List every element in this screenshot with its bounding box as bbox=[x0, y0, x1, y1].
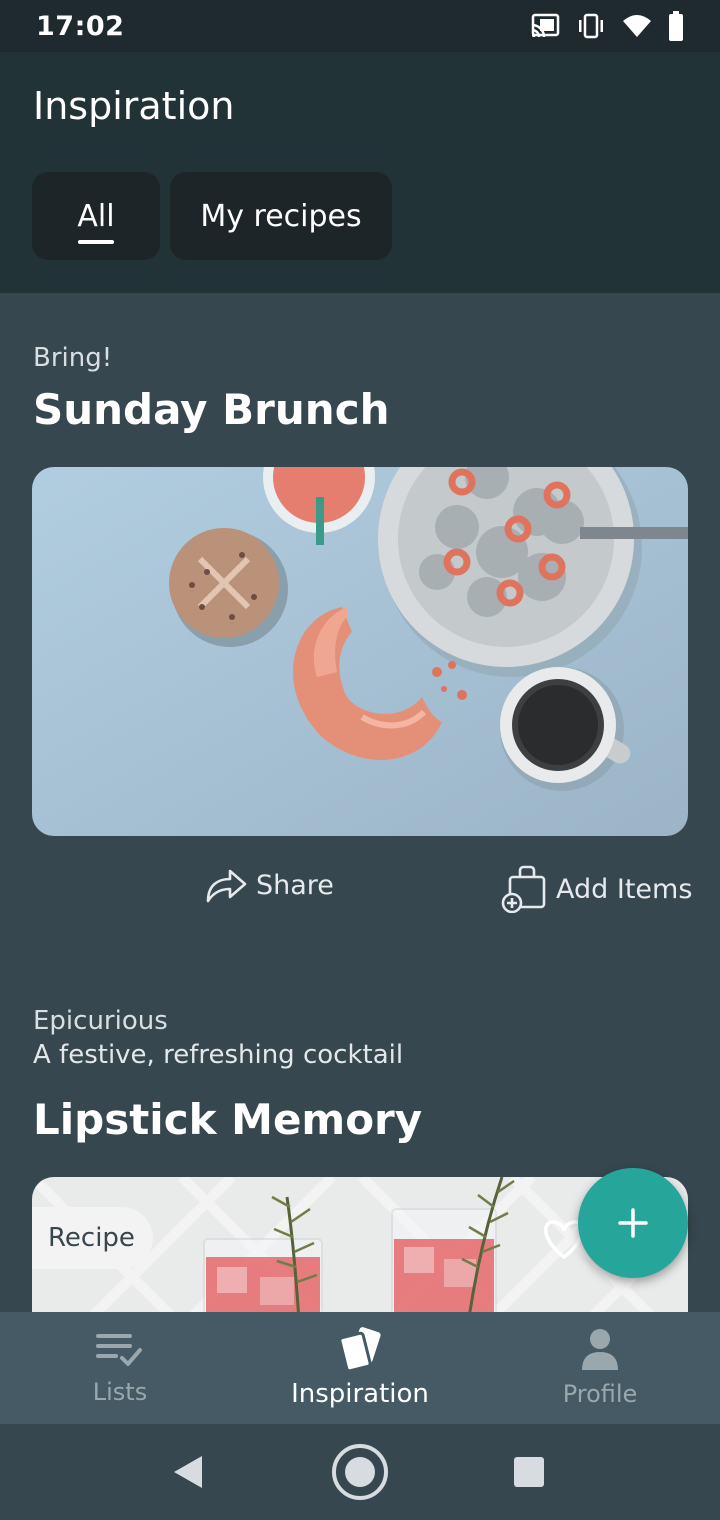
nav-profile[interactable]: Profile bbox=[480, 1312, 720, 1424]
inspiration-icon bbox=[338, 1327, 381, 1371]
tab-my-recipes-label: My recipes bbox=[200, 198, 362, 234]
tab-my-recipes[interactable]: My recipes bbox=[170, 172, 392, 260]
system-nav-bar bbox=[0, 1424, 720, 1520]
card-source: Bring! bbox=[33, 343, 113, 373]
profile-icon bbox=[582, 1329, 618, 1370]
recents-icon[interactable] bbox=[512, 1455, 546, 1489]
nav-lists[interactable]: Lists bbox=[0, 1312, 240, 1424]
card-title[interactable]: Sunday Brunch bbox=[33, 385, 390, 434]
tab-selected-indicator bbox=[78, 240, 114, 244]
card-actions: Share Add Items bbox=[0, 865, 720, 915]
back-icon[interactable] bbox=[170, 1454, 206, 1490]
tab-bar: All My recipes bbox=[32, 172, 392, 260]
status-bar: 17:02 bbox=[0, 0, 720, 52]
card-source: Epicurious bbox=[33, 1006, 168, 1036]
share-button[interactable]: Share bbox=[204, 865, 334, 905]
status-icons bbox=[530, 11, 684, 41]
battery-icon bbox=[669, 11, 683, 41]
page-title: Inspiration bbox=[33, 84, 235, 128]
bottom-nav: Lists Inspiration Profile bbox=[0, 1312, 720, 1424]
add-items-button[interactable]: Add Items bbox=[500, 865, 692, 913]
tab-all-label: All bbox=[77, 198, 115, 234]
add-items-label: Add Items bbox=[556, 873, 693, 905]
app-header: Inspiration All My recipes bbox=[0, 52, 720, 293]
card-image[interactable] bbox=[32, 467, 688, 836]
nav-lists-label: Lists bbox=[92, 1378, 148, 1406]
add-fab-button[interactable] bbox=[578, 1168, 688, 1278]
recipe-badge: Recipe bbox=[32, 1207, 153, 1269]
brunch-illustration bbox=[32, 467, 688, 836]
nav-inspiration-label: Inspiration bbox=[291, 1379, 429, 1409]
add-items-icon bbox=[501, 865, 546, 913]
home-icon[interactable] bbox=[330, 1442, 390, 1502]
card-title[interactable]: Lipstick Memory bbox=[33, 1095, 422, 1144]
share-icon bbox=[206, 869, 247, 903]
share-label: Share bbox=[256, 869, 334, 901]
lists-icon bbox=[96, 1334, 142, 1366]
nav-inspiration[interactable]: Inspiration bbox=[240, 1312, 480, 1424]
tab-all[interactable]: All bbox=[32, 172, 160, 260]
feed[interactable]: Bring! Sunday Brunch Share Add Items Epi… bbox=[0, 293, 720, 1312]
plus-icon bbox=[618, 1208, 648, 1238]
vibrate-icon bbox=[579, 13, 603, 39]
wifi-icon bbox=[623, 15, 651, 37]
cast-icon bbox=[531, 13, 560, 38]
card-subtitle: A festive, refreshing cocktail bbox=[33, 1040, 404, 1070]
recipe-badge-label: Recipe bbox=[48, 1223, 135, 1253]
nav-profile-label: Profile bbox=[562, 1380, 638, 1408]
status-time: 17:02 bbox=[36, 10, 125, 42]
